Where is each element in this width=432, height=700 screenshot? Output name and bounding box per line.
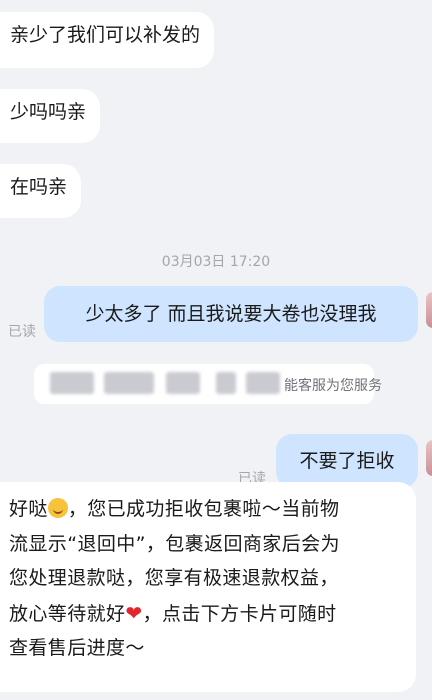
red-heart-icon: ❤ (125, 600, 143, 625)
message-line: 流显示“退回中”，包裹返回商家后会为 (9, 532, 340, 555)
smile-emoji-icon (47, 498, 68, 518)
incoming-message[interactable]: 亲少了我们可以补发的 (0, 12, 215, 68)
incoming-message-long[interactable]: 好哒 ，您已成功拒收包裹啦～当前物 流显示“退回中”，包裹返回商家后会为 您处理退… (0, 482, 416, 692)
message-line: 查看售后进度～ (9, 637, 145, 659)
redacted-text (104, 372, 154, 394)
message-line: 您处理退款哒，您享有极速退款权益， (9, 567, 339, 589)
incoming-message[interactable]: 少吗吗亲 (0, 89, 101, 143)
message-line: 好哒 ，您已成功拒收包裹啦～当前物 (9, 498, 340, 520)
incoming-message[interactable]: 在吗亲 (0, 164, 82, 218)
redacted-text (246, 372, 280, 394)
user-avatar[interactable] (426, 440, 432, 476)
system-notice: 能客服为您服务 (34, 364, 382, 404)
redacted-text (166, 372, 200, 394)
notice-text: 能客服为您服务 (284, 378, 382, 394)
user-avatar[interactable] (426, 292, 432, 328)
read-status: 已读 (8, 324, 36, 340)
outgoing-message[interactable]: 少太多了 而且我说要大卷也没理我 (44, 286, 418, 342)
message-line: 放心等待就好❤，点击下方卡片可随时 (9, 600, 337, 625)
message-timestamp: 03月03日 17:20 (161, 254, 271, 270)
redacted-text (50, 372, 94, 394)
redacted-text (216, 372, 236, 394)
outgoing-message[interactable]: 不要了拒收 (276, 434, 418, 488)
